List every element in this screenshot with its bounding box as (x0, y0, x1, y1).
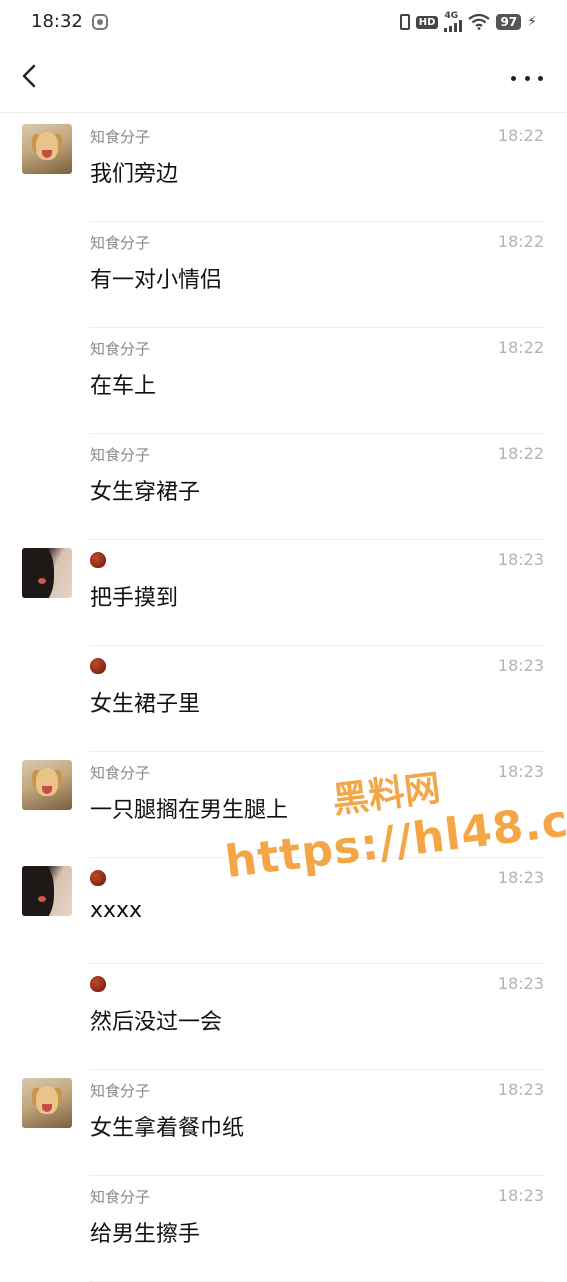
message-text: 把手摸到 (90, 586, 179, 611)
app-notification-icon (92, 14, 108, 30)
sender-name: 知食分子 (90, 764, 151, 782)
message-item[interactable]: 知食分子 18:23 给男生擦手 (0, 1176, 567, 1282)
message-text: 女生拿着餐巾纸 (90, 1116, 245, 1141)
message-text: 我们旁边 (90, 162, 179, 187)
message-text: 有一对小情侣 (90, 268, 223, 293)
avatar[interactable] (22, 866, 72, 916)
battery-icon: 97 (496, 14, 522, 30)
message-text: 给男生擦手 (90, 1222, 201, 1247)
signal-icon: 4G (444, 11, 463, 32)
chevron-left-icon[interactable] (14, 58, 46, 94)
avatar[interactable] (22, 760, 72, 810)
message-item[interactable]: 18:23 女生裙子里 (0, 646, 567, 752)
message-text: 女生穿裙子 (90, 480, 201, 505)
avatar[interactable] (22, 124, 72, 174)
message-item[interactable]: 知食分子 18:22 有一对小情侣 (0, 222, 567, 328)
message-time: 18:23 (497, 974, 544, 993)
chestnut-icon (90, 658, 106, 674)
sender-name: 知食分子 (90, 128, 151, 146)
status-bar: 18:32 HD 4G 97 ⚡ (0, 0, 567, 44)
chestnut-icon (90, 976, 106, 992)
vibrate-icon (399, 14, 410, 30)
sender-name: 知食分子 (90, 234, 151, 252)
message-time: 18:23 (497, 656, 544, 675)
message-item[interactable]: 知食分子 18:22 女生穿裙子 (0, 434, 567, 540)
sender-name: 知食分子 (90, 340, 151, 358)
message-time: 18:23 (497, 1080, 544, 1099)
more-dots-icon[interactable] (511, 64, 543, 92)
message-item[interactable]: 18:23 xxxx (0, 858, 567, 964)
message-text: 女生裙子里 (90, 692, 201, 717)
message-text: 在车上 (90, 374, 157, 399)
message-item[interactable]: 知食分子 18:23 女生拿着餐巾纸 (0, 1070, 567, 1176)
network-type: 4G (444, 11, 459, 21)
chestnut-icon (90, 870, 106, 886)
hd-icon: HD (415, 15, 439, 29)
message-item[interactable]: 18:23 把手摸到 (0, 540, 567, 646)
avatar[interactable] (22, 548, 72, 598)
sender-name: 知食分子 (90, 446, 151, 464)
chestnut-icon (90, 552, 106, 568)
sender-name: 知食分子 (90, 1082, 151, 1100)
message-text: xxxx (90, 898, 143, 923)
message-item[interactable]: 18:23 然后没过一会 (0, 964, 567, 1070)
avatar[interactable] (22, 1078, 72, 1128)
message-time: 18:22 (497, 126, 544, 145)
status-icons: HD 4G 97 ⚡ (399, 11, 537, 32)
message-item[interactable]: 知食分子 18:23 一只腿搁在男生腿上 (0, 752, 567, 858)
message-text: 一只腿搁在男生腿上 (90, 798, 289, 823)
message-time: 18:23 (497, 550, 544, 569)
status-time: 18:32 (31, 11, 83, 32)
message-time: 18:23 (497, 1186, 544, 1205)
message-time: 18:23 (497, 762, 544, 781)
message-time: 18:22 (497, 232, 544, 251)
message-item[interactable]: 知食分子 18:22 在车上 (0, 328, 567, 434)
nav-bar (0, 44, 567, 113)
wifi-icon (468, 14, 491, 30)
message-time: 18:22 (497, 444, 544, 463)
sender-name: 知食分子 (90, 1188, 151, 1206)
message-item[interactable]: 知食分子 18:22 我们旁边 (0, 116, 567, 222)
charging-icon: ⚡ (527, 14, 537, 30)
message-time: 18:23 (497, 868, 544, 887)
message-time: 18:22 (497, 338, 544, 357)
message-text: 然后没过一会 (90, 1010, 223, 1035)
